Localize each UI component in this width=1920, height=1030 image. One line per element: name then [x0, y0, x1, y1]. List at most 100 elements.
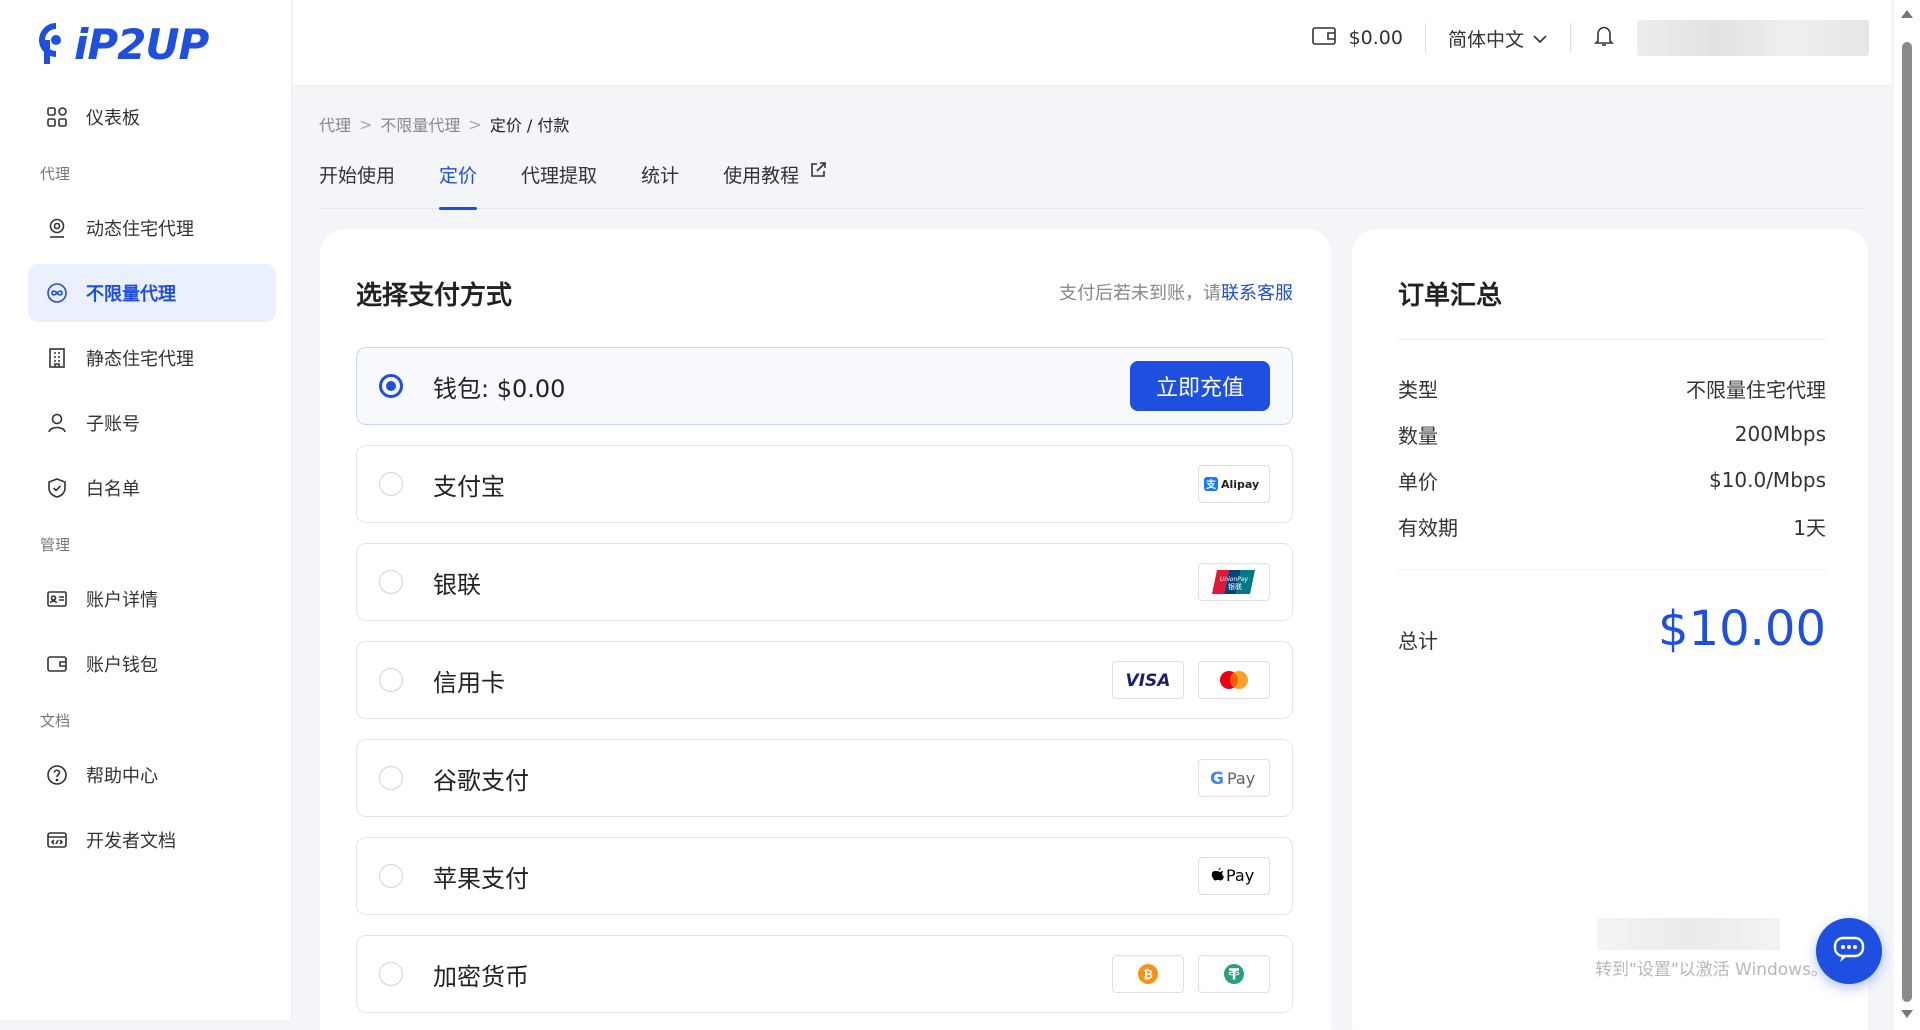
- payment-method-card: 选择支付方式 支付后若未到账，请联系客服 钱包: $0.00 立即充值 支付宝 …: [320, 229, 1331, 1030]
- radio-button[interactable]: [379, 472, 403, 496]
- visa-logo: VISA: [1112, 661, 1184, 699]
- payment-option-label: 银联: [433, 570, 481, 599]
- payment-option-alipay[interactable]: 支付宝 支 Alipay: [356, 445, 1293, 523]
- payment-title: 选择支付方式: [356, 281, 513, 311]
- order-row-label: 有效期: [1398, 515, 1458, 540]
- bitcoin-logo: ₿: [1112, 955, 1184, 993]
- building-icon: [44, 345, 70, 371]
- unionpay-logo-text: UnionPay: [1220, 576, 1249, 583]
- payment-option-google-pay[interactable]: 谷歌支付 G Pay: [356, 739, 1293, 817]
- unionpay-logo: UnionPay 银联: [1198, 563, 1270, 601]
- payment-option-credit-card[interactable]: 信用卡 VISA: [356, 641, 1293, 719]
- svg-text:₿: ₿: [1143, 968, 1153, 982]
- sidebar-item-label: 不限量代理: [86, 284, 176, 305]
- header-wallet-balance[interactable]: $0.00: [1311, 23, 1426, 53]
- payment-logos: Pay: [1184, 857, 1270, 895]
- payment-methods-list: 钱包: $0.00 立即充值 支付宝 支 Alipay 银联 UnionPay …: [356, 347, 1293, 1030]
- payment-option-wallet[interactable]: 钱包: $0.00 立即充值: [356, 347, 1293, 425]
- tab-tutorial-label: 使用教程: [723, 165, 800, 187]
- order-row-value: 200Mbps: [1734, 422, 1826, 446]
- payment-option-crypto[interactable]: 加密货币 ₿: [356, 935, 1293, 1013]
- sidebar-nav: 仪表板 代理 动态住宅代理 不限量代理 静态住宅代理 子账号 白名单 管理 账户…: [28, 88, 276, 876]
- radio-button[interactable]: [379, 374, 403, 398]
- tab-pricing[interactable]: 定价: [439, 155, 478, 210]
- sidebar: iP2UP 仪表板 代理 动态住宅代理 不限量代理 静态住宅代理 子账号 白名单…: [0, 0, 292, 1020]
- brand-logo[interactable]: iP2UP: [38, 18, 209, 70]
- radio-button[interactable]: [379, 766, 403, 790]
- page-tabs: 开始使用 定价 代理提取 统计 使用教程: [319, 155, 1865, 210]
- recharge-button[interactable]: 立即充值: [1130, 361, 1270, 411]
- scroll-up-arrow-icon[interactable]: [1901, 10, 1913, 18]
- windows-activation-watermark: 转到"设置"以激活 Windows。: [1595, 960, 1828, 980]
- sidebar-section-proxy: 代理: [40, 164, 71, 183]
- alipay-icon: 支 Alipay: [1204, 477, 1259, 491]
- mastercard-logo: [1198, 661, 1270, 699]
- sidebar-item-subaccount[interactable]: 子账号: [28, 394, 276, 452]
- language-selector[interactable]: 简体中文: [1426, 23, 1571, 53]
- chevron-down-icon: [1532, 27, 1548, 49]
- scrollbar-thumb[interactable]: [1902, 42, 1912, 1002]
- id-card-icon: [44, 586, 70, 612]
- bitcoin-icon: ₿: [1138, 964, 1158, 984]
- sidebar-item-whitelist[interactable]: 白名单: [28, 459, 276, 517]
- chat-bubble-icon: [1832, 934, 1866, 968]
- header-actions: $0.00 简体中文: [1311, 18, 1869, 58]
- sidebar-item-label: 子账号: [86, 414, 140, 435]
- radio-button[interactable]: [379, 962, 403, 986]
- external-link-icon: [809, 161, 827, 184]
- payment-logos: G Pay: [1184, 759, 1270, 797]
- tab-tutorial[interactable]: 使用教程: [723, 155, 827, 209]
- live-chat-button[interactable]: [1816, 918, 1882, 984]
- sidebar-item-account-details[interactable]: 账户详情: [28, 570, 276, 628]
- sidebar-item-static-proxy[interactable]: 静态住宅代理: [28, 329, 276, 387]
- payment-logos: 支 Alipay: [1184, 465, 1270, 503]
- visa-logo-text: VISA: [1126, 671, 1171, 690]
- sidebar-item-help-center[interactable]: 帮助中心: [28, 746, 276, 804]
- radio-button[interactable]: [379, 570, 403, 594]
- sidebar-item-unlimited-proxy[interactable]: 不限量代理: [28, 264, 276, 322]
- notification-bell[interactable]: [1571, 23, 1637, 53]
- breadcrumb-item[interactable]: 代理: [319, 112, 351, 136]
- shield-icon: [44, 475, 70, 501]
- divider: [1398, 569, 1826, 570]
- payment-note: 支付后若未到账，请联系客服: [1059, 279, 1293, 305]
- logo-text: iP2UP: [74, 19, 209, 69]
- radio-button[interactable]: [379, 864, 403, 888]
- app-root: iP2UP 仪表板 代理 动态住宅代理 不限量代理 静态住宅代理 子账号 白名单…: [0, 0, 1920, 1030]
- logo-mark-icon: [39, 23, 61, 64]
- svg-text:G: G: [1210, 769, 1224, 789]
- apple-pay-icon: Pay: [1211, 866, 1254, 885]
- radio-button[interactable]: [379, 668, 403, 692]
- google-pay-icon: G Pay: [1210, 769, 1255, 789]
- breadcrumb: 代理 > 不限量代理 > 定价 / 付款: [319, 112, 569, 136]
- language-label: 简体中文: [1447, 28, 1524, 51]
- sidebar-section-docs: 文档: [40, 711, 71, 730]
- alipay-logo: 支 Alipay: [1198, 465, 1270, 503]
- payment-option-unionpay[interactable]: 银联 UnionPay 银联: [356, 543, 1293, 621]
- sidebar-item-account-wallet[interactable]: 账户钱包: [28, 635, 276, 693]
- tab-statistics[interactable]: 统计: [641, 155, 679, 209]
- sidebar-item-dashboard[interactable]: 仪表板: [28, 88, 276, 146]
- sidebar-item-label: 账户钱包: [86, 655, 158, 676]
- payment-logos: UnionPay 银联: [1184, 563, 1270, 601]
- order-summary-card: 订单汇总 类型 不限量住宅代理 数量 200Mbps 单价 $10.0/Mbps…: [1352, 229, 1868, 1030]
- payment-option-label: 信用卡: [433, 668, 505, 697]
- infinity-icon: [44, 280, 70, 306]
- breadcrumb-item[interactable]: 不限量代理: [380, 112, 460, 136]
- user-account-menu[interactable]: [1637, 20, 1869, 56]
- total-label: 总计: [1398, 629, 1438, 653]
- watermark-blur: [1597, 918, 1780, 950]
- order-row-label: 类型: [1398, 377, 1438, 402]
- breadcrumb-separator: >: [359, 114, 373, 134]
- scroll-down-arrow-icon[interactable]: [1901, 1010, 1913, 1018]
- payment-option-apple-pay[interactable]: 苹果支付 Pay: [356, 837, 1293, 915]
- sidebar-item-dynamic-proxy[interactable]: 动态住宅代理: [28, 199, 276, 257]
- tab-proxy-extract[interactable]: 代理提取: [521, 155, 597, 209]
- sidebar-item-label: 静态住宅代理: [86, 349, 194, 370]
- sidebar-item-dev-docs[interactable]: 开发者文档: [28, 811, 276, 869]
- page-scrollbar[interactable]: [1894, 0, 1920, 1030]
- contact-support-link[interactable]: 联系客服: [1221, 283, 1293, 304]
- top-header: $0.00 简体中文: [293, 0, 1891, 86]
- tab-getting-started[interactable]: 开始使用: [319, 155, 395, 209]
- order-row-value: 1天: [1793, 515, 1826, 540]
